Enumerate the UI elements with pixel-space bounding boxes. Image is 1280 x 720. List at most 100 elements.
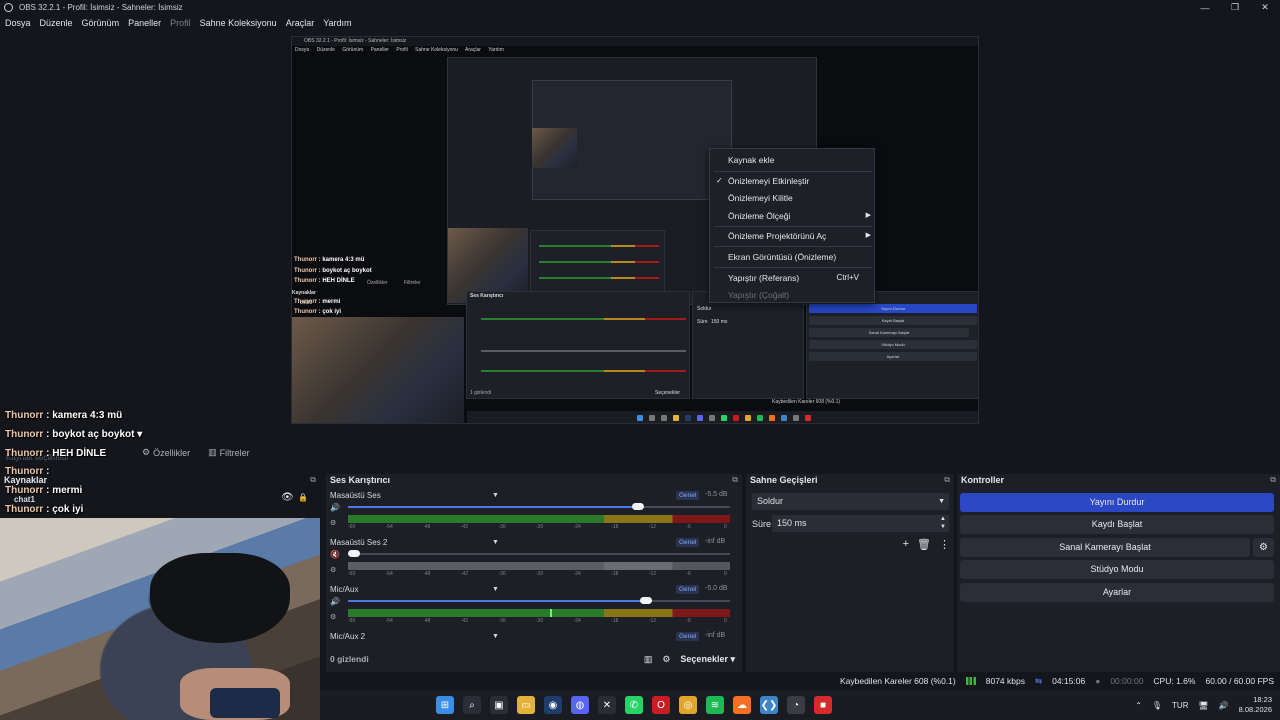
menu-profile[interactable]: Profil [170, 18, 191, 28]
menu-docks[interactable]: Paneller [128, 18, 161, 28]
scale-tick-label: -12 [648, 571, 657, 577]
layout-toggle-icon[interactable]: ▥ [644, 654, 653, 665]
ctx-enable-preview[interactable]: ✓ Önizlemeyi Etkinleştir [710, 172, 874, 190]
spotify-icon[interactable]: ≋ [706, 696, 724, 714]
whatsapp-icon[interactable]: ✆ [625, 696, 643, 714]
vscode-icon[interactable]: ❮❯ [760, 696, 778, 714]
add-transition-icon[interactable]: + [903, 538, 909, 551]
more-options-icon[interactable]: ⋮ [939, 538, 950, 551]
steam-icon[interactable]: ◉ [544, 696, 562, 714]
menu-tools[interactable]: Araçlar [286, 18, 315, 28]
menu-view[interactable]: Görünüm [82, 18, 120, 28]
stop-stream-button[interactable]: Yayını Durdur [960, 493, 1274, 512]
hidden-count[interactable]: 0 gizlendi [330, 654, 369, 664]
volume-slider[interactable] [348, 550, 730, 557]
trash-icon[interactable]: 🗑 [917, 538, 931, 551]
mixer-settings-icon[interactable]: ⚙ [330, 566, 336, 574]
ctx-preview-projector[interactable]: Önizleme Projektörünü Aç ▶ [710, 227, 874, 245]
settings-button[interactable]: Ayarlar [960, 583, 1274, 602]
start-virtualcam-button[interactable]: Sanal Kamerayı Başlat [960, 538, 1250, 557]
transition-select[interactable]: Soldur ▼ [752, 493, 949, 510]
channel-tag[interactable]: Genel [676, 491, 700, 500]
dock-float-icon[interactable]: ⧉ [310, 475, 316, 485]
tray-chevron-icon[interactable]: ⌃ [1135, 701, 1142, 710]
channel-tag[interactable]: Genel [676, 538, 700, 547]
speaker-icon[interactable]: 🔊 [330, 598, 340, 606]
clock[interactable]: 18:23 8.08.2026 [1239, 695, 1272, 715]
spinner-icon[interactable]: ▲ ▼ [940, 515, 946, 531]
minimize-button[interactable]: — [1190, 0, 1220, 15]
scale-tick-label: -42 [460, 618, 469, 624]
soundcloud-icon[interactable]: ☁ [733, 696, 751, 714]
speaker-muted-icon[interactable]: 🔇 [330, 551, 340, 559]
channel-menu-dropdown[interactable]: ▼ [492, 539, 499, 546]
ctx-preview-scale[interactable]: Önizleme Ölçeği ▶ [710, 207, 874, 225]
language-indicator[interactable]: TUR [1172, 701, 1188, 710]
menu-file[interactable]: Dosya [5, 18, 31, 28]
folder-icon[interactable]: ▭ [517, 696, 535, 714]
studio-mode-button[interactable]: Stüdyo Modu [960, 560, 1274, 579]
nested-menu-item: Sahne Koleksiyonu [415, 47, 458, 53]
volume-icon[interactable]: 🔊 [1219, 701, 1229, 710]
chat-line: Thunorr : çok iyi [5, 504, 84, 515]
ctx-add-source[interactable]: Kaynak ekle [710, 151, 874, 169]
app-red-icon[interactable]: ■ [814, 696, 832, 714]
taskview-icon[interactable]: ▣ [490, 696, 508, 714]
speaker-icon[interactable]: 🔊 [330, 504, 340, 512]
discord-icon[interactable]: ◍ [571, 696, 589, 714]
network-icon[interactable]: 🖥 [1199, 701, 1209, 710]
windows-icon[interactable]: ⊞ [436, 696, 454, 714]
tab-filters[interactable]: ▥ Filtreler [208, 447, 250, 458]
channel-menu-dropdown[interactable]: ▼ [492, 633, 499, 640]
menu-bar: Dosya Düzenle Görünüm Paneller Profil Sa… [0, 15, 1280, 31]
chrome-icon[interactable]: ◎ [679, 696, 697, 714]
clock-date: 8.08.2026 [1238, 705, 1272, 714]
peak-indicator [550, 609, 553, 617]
lock-icon[interactable]: 🔒 [298, 493, 308, 502]
dock-float-icon[interactable]: ⧉ [732, 475, 738, 485]
opera-icon[interactable]: O [652, 696, 670, 714]
dock-float-icon[interactable]: ⧉ [944, 475, 950, 485]
ctx-screenshot-preview[interactable]: Ekran Görüntüsü (Önizleme) [710, 248, 874, 266]
options-button[interactable]: Seçenekler ▾ [680, 654, 735, 665]
nested-menu-item: Paneller [370, 47, 389, 53]
ctx-paste-reference[interactable]: Yapıştır (Referans) Ctrl+V [710, 269, 874, 287]
volume-knob[interactable] [632, 503, 645, 510]
volume-knob[interactable] [639, 597, 652, 604]
mixer-settings-icon[interactable]: ⚙ [330, 519, 336, 527]
obs-icon[interactable]: ◔ [787, 696, 805, 714]
ctx-lock-preview[interactable]: Önizlemeyi Kilitle [710, 189, 874, 207]
virtualcam-settings-gear-icon[interactable]: ⚙ [1253, 538, 1274, 557]
dock-float-icon[interactable]: ⧉ [1270, 475, 1276, 485]
volume-slider[interactable] [348, 597, 730, 604]
scale-tick-label: -48 [423, 524, 431, 530]
channel-tag[interactable]: Genel [676, 585, 700, 594]
channel-menu-dropdown[interactable]: ▼ [492, 492, 499, 499]
search-icon[interactable]: ⌕ [463, 696, 481, 714]
channel-db: -inf dB [705, 632, 726, 639]
xbox-icon[interactable]: ✕ [598, 696, 616, 714]
mixer-channel: Masaüstü Ses 2 ▼ Genel -inf dB 🔇 ⚙ -60 -5… [330, 538, 735, 583]
start-recording-button[interactable]: Kaydı Başlat [960, 515, 1274, 534]
duration-input[interactable]: 150 ms ▲ ▼ [772, 515, 949, 532]
tab-properties[interactable]: ⚙ Özellikler [142, 447, 190, 458]
advanced-audio-icon[interactable]: ⚙ [662, 654, 670, 665]
visibility-eye-icon[interactable]: 👁 [281, 492, 294, 503]
volume-knob[interactable] [348, 550, 360, 557]
menu-help[interactable]: Yardım [323, 18, 351, 28]
scale-tick-label: -54 [385, 524, 393, 530]
menu-scene-collection[interactable]: Sahne Koleksiyonu [200, 18, 277, 28]
nested-chat-line: Thunorr : HEH DİNLE [294, 278, 355, 284]
microphone-icon[interactable]: 🎙 [1152, 701, 1162, 710]
preview-canvas[interactable]: OBS 32.2.1 - Profil: İsimsiz - Sahneler:… [291, 36, 979, 424]
menu-edit[interactable]: Düzenle [40, 18, 73, 28]
source-item-chat1[interactable]: chat1 [14, 495, 35, 504]
mixer-settings-icon[interactable]: ⚙ [330, 613, 336, 621]
close-button[interactable]: ✕ [1250, 0, 1280, 15]
maximize-button[interactable]: ❐ [1220, 0, 1250, 15]
volume-slider[interactable] [348, 503, 730, 510]
channel-menu-dropdown[interactable]: ▼ [492, 586, 499, 593]
nested-menu-item: Görünüm [342, 47, 364, 53]
channel-tag[interactable]: Genel [676, 632, 700, 641]
scale-tick-label: -42 [460, 571, 469, 577]
